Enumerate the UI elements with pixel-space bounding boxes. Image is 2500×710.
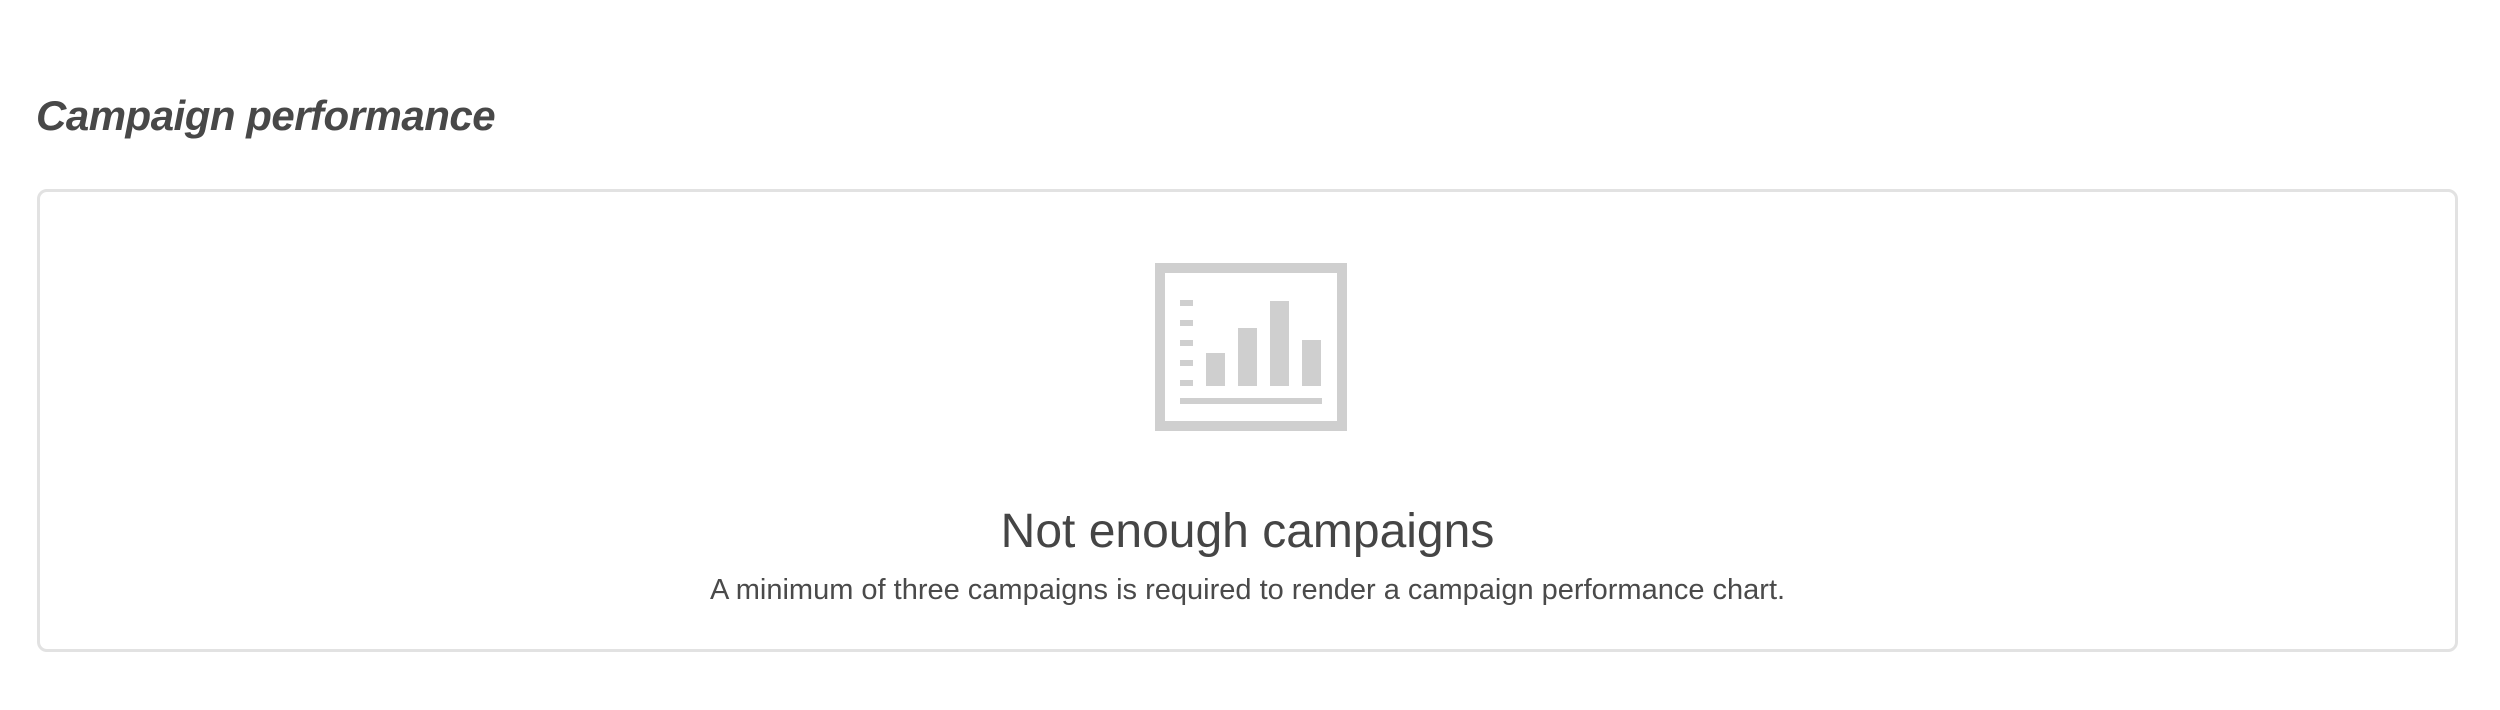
empty-state-description: A minimum of three campaigns is required…: [709, 574, 1786, 606]
empty-state-card: Not enough campaigns A minimum of three …: [37, 189, 2458, 652]
bar-chart-icon: [1155, 263, 1347, 431]
section-title: Campaign performance: [36, 92, 496, 139]
empty-state-title: Not enough campaigns: [1000, 505, 1495, 558]
campaign-performance-page: Campaign performance Not enough campaign…: [0, 0, 2500, 710]
